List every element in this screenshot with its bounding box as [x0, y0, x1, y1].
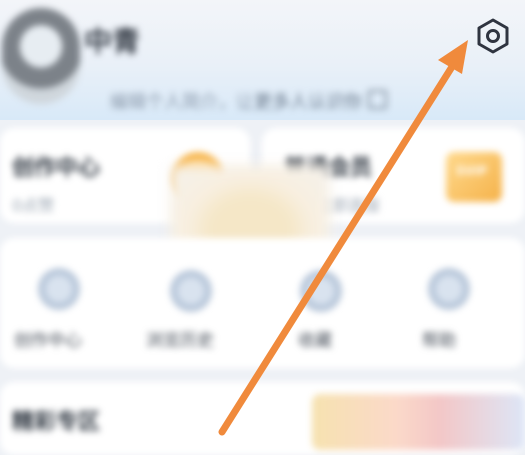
creator-card-subtitle: 0点赞	[12, 196, 55, 215]
grid-label-creator[interactable]: 创作中心	[14, 326, 82, 351]
bio-row[interactable]: 编辑个人简介，让更多人认识你	[110, 88, 387, 114]
bio-text-prefix: 编辑个人简介，让	[110, 92, 254, 113]
grid-label-help[interactable]: 帮助	[422, 326, 456, 351]
username[interactable]: 中青	[84, 20, 140, 60]
featured-section-title: 精彩专区	[12, 410, 101, 435]
grid-label-favorites[interactable]: 收藏	[298, 326, 332, 351]
grid-label-history[interactable]: 浏览历史	[146, 326, 214, 351]
svip-badge-text: SVIP	[456, 164, 488, 178]
edit-icon	[368, 90, 387, 109]
svip-ticket-icon: SVIP	[446, 152, 502, 202]
settings-gear-icon[interactable]	[474, 17, 512, 55]
help-icon[interactable]	[428, 268, 470, 310]
history-icon[interactable]	[170, 270, 212, 312]
creator-icon[interactable]	[38, 268, 80, 310]
favorites-icon[interactable]	[300, 270, 342, 312]
featured-banner[interactable]	[312, 394, 525, 450]
bio-text-highlight: 更多人认识你	[254, 92, 362, 113]
creator-card-title: 创作中心	[12, 156, 101, 181]
avatar[interactable]	[2, 8, 80, 104]
